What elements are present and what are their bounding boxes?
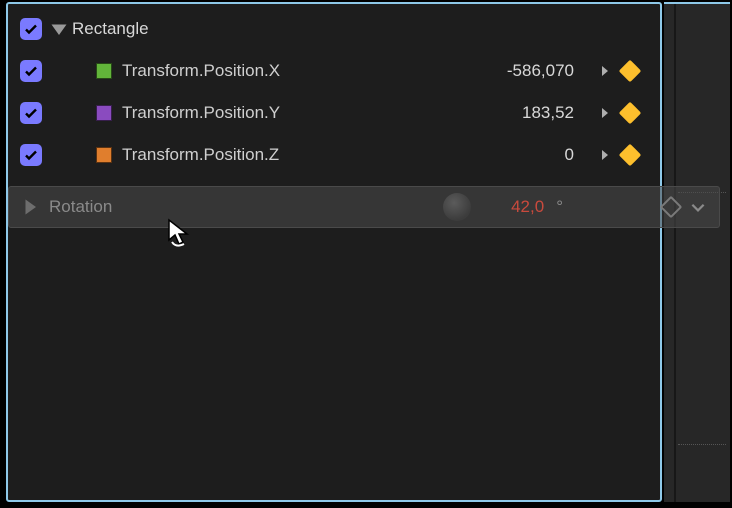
property-label: Transform.Position.Y [122,103,442,123]
property-label: Transform.Position.Z [122,145,442,165]
keyframe-empty-icon[interactable] [660,196,683,219]
property-list: Rectangle Transform.Position.X -586,070 … [8,4,660,176]
keyframe-icon[interactable] [618,59,642,83]
disclosure-down-icon[interactable] [50,20,68,38]
property-group-header[interactable]: Rectangle [8,8,660,50]
property-value[interactable]: 0 [442,145,582,165]
group-label: Rectangle [72,19,660,39]
go-to-keyframe-icon[interactable] [590,143,614,167]
property-row-z[interactable]: Transform.Position.Z 0 [8,134,660,176]
visibility-checkbox[interactable] [20,18,42,40]
timeline-gutter [664,2,730,502]
property-value[interactable]: 183,52 [442,103,582,123]
color-swatch [96,63,112,79]
keyframe-icon[interactable] [618,101,642,125]
keyframe-icon[interactable] [618,143,642,167]
gutter-tick [678,444,726,445]
property-label: Rotation [49,197,112,217]
visibility-checkbox[interactable] [20,144,42,166]
color-swatch [96,147,112,163]
chevron-down-icon[interactable] [689,198,707,216]
go-to-keyframe-icon[interactable] [590,59,614,83]
property-row-x[interactable]: Transform.Position.X -586,070 [8,50,660,92]
visibility-checkbox[interactable] [20,60,42,82]
property-value[interactable]: 42,0 [511,197,544,217]
property-value[interactable]: -586,070 [442,61,582,81]
unit-label: ° [556,197,563,217]
visibility-checkbox[interactable] [20,102,42,124]
color-swatch [96,105,112,121]
property-row-y[interactable]: Transform.Position.Y 183,52 [8,92,660,134]
go-to-keyframe-icon[interactable] [590,101,614,125]
dragged-property-rotation[interactable]: Rotation 42,0 ° [8,186,720,228]
property-label: Transform.Position.X [122,61,442,81]
rotation-dial-icon[interactable] [443,193,471,221]
properties-panel: Rectangle Transform.Position.X -586,070 … [6,2,662,502]
disclosure-right-icon[interactable] [21,198,39,216]
